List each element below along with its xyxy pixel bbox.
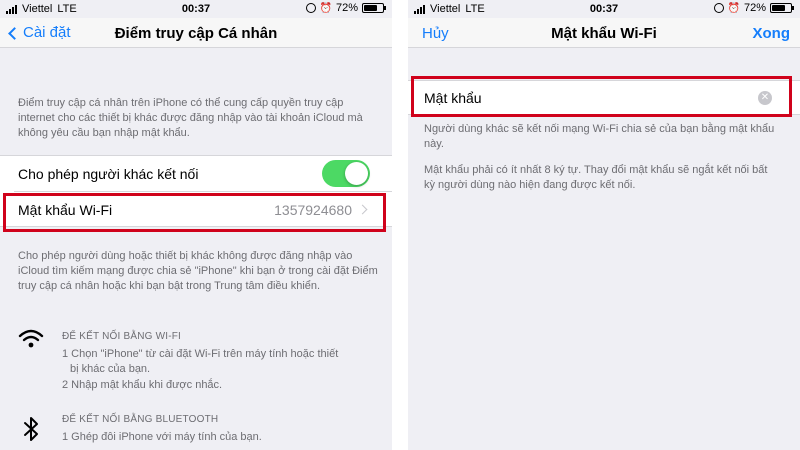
- hotspot-description: Cho phép người dùng hoặc thiết bị khác k…: [18, 250, 378, 292]
- allow-others-label: Cho phép người khác kết nối: [18, 166, 199, 182]
- alarm-icon: ⏰: [727, 2, 740, 14]
- chevron-right-icon: [357, 204, 368, 215]
- orientation-lock-icon: [713, 3, 724, 13]
- battery-icon: [362, 3, 386, 13]
- wifi-password-screen: Viettel LTE 00:37 ⏰ 72% Hủy Mật khẩu Wi-…: [408, 0, 800, 450]
- wifi-password-row[interactable]: Mật khẩu Wi-Fi 1357924680: [14, 191, 392, 226]
- password-field[interactable]: Mật khẩu ✕: [408, 80, 800, 115]
- bluetooth-icon: [24, 417, 38, 441]
- wifi-step-2: 2 Nhập mật khẩu khi được nhắc.: [62, 379, 223, 391]
- wifi-step-1-cont: bị khác của bạn.: [70, 363, 151, 375]
- status-bar: Viettel LTE 00:37 ⏰ 72%: [408, 0, 800, 18]
- wifi-password-label: Mật khẩu Wi-Fi: [18, 202, 113, 218]
- password-input[interactable]: Mật khẩu: [424, 90, 482, 106]
- password-note-1: Người dùng khác sẽ kết nối mạng Wi-Fi ch…: [424, 123, 775, 150]
- wifi-step-1: 1 Chọn "iPhone" từ cài đặt Wi-Fi trên má…: [62, 348, 339, 360]
- wifi-icon: [18, 329, 44, 348]
- allow-others-toggle[interactable]: [322, 160, 370, 187]
- wifi-password-value: 1357924680: [274, 202, 352, 218]
- navigation-bar: Cài đặt Điểm truy cập Cá nhân: [0, 18, 392, 48]
- battery-icon: [770, 3, 794, 13]
- navigation-bar: Hủy Mật khẩu Wi-Fi Xong: [408, 18, 800, 48]
- orientation-lock-icon: [305, 3, 316, 13]
- battery-percent: 72%: [335, 2, 358, 14]
- alarm-icon: ⏰: [319, 2, 332, 14]
- hotspot-intro-text: Điểm truy cập cá nhân trên iPhone có thể…: [18, 97, 363, 139]
- wifi-section-heading: ĐỂ KẾT NỐI BẰNG WI-FI: [62, 331, 182, 342]
- page-title: Điểm truy cập Cá nhân: [114, 25, 278, 42]
- bluetooth-section-heading: ĐỂ KẾT NỐI BẰNG BLUETOOTH: [62, 414, 219, 425]
- clear-icon[interactable]: ✕: [758, 91, 772, 105]
- bluetooth-step-1: 1 Ghép đôi iPhone với máy tính của bạn.: [62, 431, 262, 443]
- battery-percent: 72%: [743, 2, 766, 14]
- hotspot-settings-screen: Viettel LTE 00:37 ⏰ 72% Cài đặt Điểm tru…: [0, 0, 392, 450]
- toggle-knob: [345, 162, 368, 185]
- status-bar: Viettel LTE 00:37 ⏰ 72%: [0, 0, 392, 18]
- done-button[interactable]: Xong: [753, 25, 791, 42]
- allow-others-row: Cho phép người khác kết nối: [0, 156, 392, 191]
- password-note-2: Mật khẩu phải có ít nhất 8 ký tự. Thay đ…: [424, 164, 768, 191]
- settings-group: Cho phép người khác kết nối Mật khẩu Wi-…: [0, 155, 392, 227]
- page-title: Mật khẩu Wi-Fi: [551, 25, 657, 42]
